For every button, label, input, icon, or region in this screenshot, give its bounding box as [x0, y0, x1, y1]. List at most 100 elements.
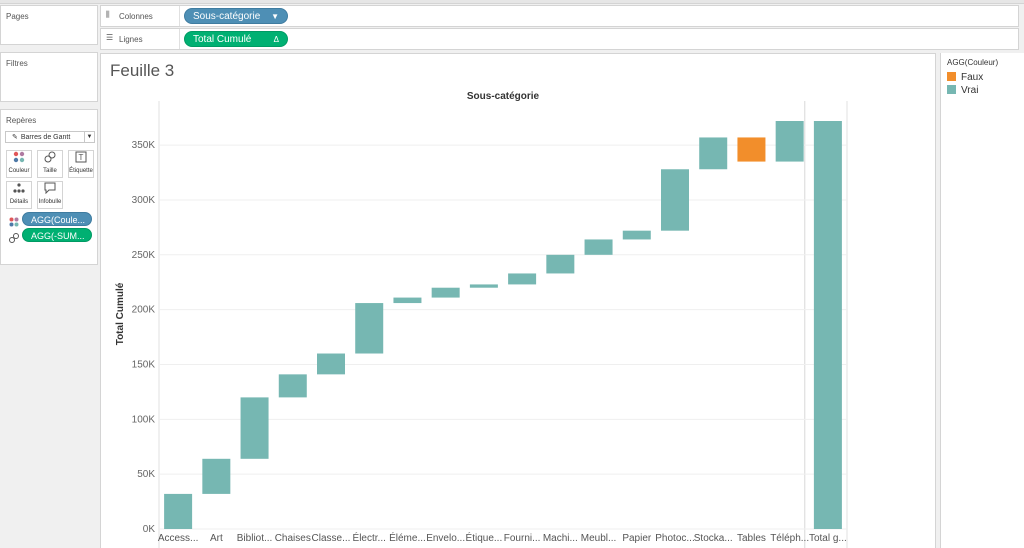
- x-tick-label: Papier: [622, 533, 652, 544]
- y-tick-label: 150K: [132, 359, 156, 370]
- svg-text:T: T: [79, 153, 84, 162]
- y-tick-label: 300K: [132, 195, 156, 206]
- top-toolbar-strip: [0, 0, 1024, 4]
- x-tick-label: Étique...: [466, 531, 503, 544]
- color-legend: AGG(Couleur) Faux Vrai: [940, 53, 1024, 548]
- bar: [584, 239, 613, 255]
- size-field-row: AGG(-SUM...: [9, 228, 95, 243]
- detail-dots-icon: [7, 182, 31, 199]
- waterfall-chart[interactable]: Sous-catégorie 0K 50K 100K 150K 200K 250K 300K 3…: [101, 54, 937, 548]
- rows-icon: ☰: [106, 33, 114, 42]
- columns-icon: ⫼: [106, 10, 110, 19]
- bar: [317, 353, 345, 375]
- size-button[interactable]: Taille: [37, 150, 63, 178]
- chevron-down-icon[interactable]: ▼: [84, 132, 94, 142]
- detail-button-label: Détails: [9, 199, 29, 205]
- bar: [813, 121, 842, 529]
- tooltip-button[interactable]: Infobulle: [37, 181, 63, 209]
- size-icon: [9, 230, 19, 248]
- x-tick-label: Classe...: [312, 533, 351, 544]
- chevron-down-icon[interactable]: ▼: [271, 9, 279, 25]
- rows-shelf-label: Lignes: [119, 35, 143, 44]
- legend-swatch: [947, 85, 956, 94]
- pages-title: Pages: [6, 12, 29, 21]
- color-dots-icon: [7, 151, 31, 168]
- mark-type-dropdown[interactable]: ✎ Barres de Gantt ▼: [5, 131, 95, 143]
- shelf-divider: [179, 6, 180, 26]
- rows-shelf[interactable]: ☰ Lignes Total Cumulé Δ: [100, 28, 1019, 50]
- x-tick-label: Bibliot...: [237, 533, 273, 544]
- bar: [278, 374, 307, 398]
- bar: [469, 284, 498, 288]
- size-field-pill[interactable]: AGG(-SUM...: [22, 228, 92, 242]
- x-tick-label: Photoc...: [655, 533, 694, 544]
- y-tick-label: 100K: [132, 414, 156, 425]
- x-tick-label: Fourni...: [504, 533, 541, 544]
- mark-type-icon: ✎: [12, 134, 18, 141]
- bar: [355, 303, 384, 354]
- y-tick-label: 200K: [132, 305, 156, 316]
- bar: [661, 169, 689, 231]
- label-button[interactable]: T Étiquette: [68, 150, 94, 178]
- bar: [622, 230, 651, 240]
- y-axis-label: Total Cumulé: [115, 282, 126, 345]
- x-tick-label: Envelo...: [426, 533, 465, 544]
- bar: [431, 287, 460, 298]
- tooltip-icon: [38, 182, 62, 199]
- label-button-label: Étiquette: [69, 168, 93, 174]
- columns-pill-label: Sous-catégorie: [193, 11, 261, 22]
- rows-pill[interactable]: Total Cumulé Δ: [184, 31, 288, 47]
- x-tick-label: Machi...: [543, 533, 578, 544]
- bar: [508, 273, 537, 285]
- legend-swatch: [947, 72, 956, 81]
- mark-type-label: Barres de Gantt: [20, 134, 71, 141]
- legend-item-label: Vrai: [961, 85, 979, 96]
- y-tick-label: 250K: [132, 250, 156, 261]
- filters-title: Filtres: [6, 59, 28, 68]
- worksheet-view: Feuille 3 Sous-catégorie 0K 50K 100K 150K 200…: [100, 53, 936, 548]
- shelf-divider: [179, 29, 180, 49]
- label-t-icon: T: [69, 151, 93, 168]
- x-tick-label: Art: [210, 533, 223, 544]
- legend-title: AGG(Couleur): [947, 58, 999, 67]
- color-field-row: AGG(Coule...: [9, 212, 95, 227]
- x-tick-label: Téléph...: [770, 533, 809, 544]
- chart-title: Sous-catégorie: [467, 91, 540, 102]
- color-button[interactable]: Couleur: [6, 150, 32, 178]
- bar: [202, 458, 231, 494]
- y-tick-label: 0K: [143, 524, 156, 535]
- legend-item-label: Faux: [961, 72, 984, 83]
- x-tick-label: Stocka...: [694, 533, 733, 544]
- color-field-pill[interactable]: AGG(Coule...: [22, 212, 92, 226]
- y-tick-label: 350K: [132, 140, 156, 151]
- color-button-label: Couleur: [8, 168, 30, 174]
- columns-shelf-label: Colonnes: [119, 12, 153, 21]
- delta-icon: Δ: [273, 35, 279, 44]
- size-icon: [38, 151, 62, 168]
- y-tick-label: 50K: [137, 469, 155, 480]
- marks-card: Repères ✎ Barres de Gantt ▼ Couleur Taill…: [0, 109, 98, 265]
- x-tick-label: Access...: [158, 533, 199, 544]
- x-tick-label: Électr...: [353, 531, 386, 544]
- bar: [737, 137, 766, 162]
- bar: [546, 254, 575, 274]
- bar: [775, 121, 804, 162]
- x-tick-label: Chaises: [275, 533, 311, 544]
- rows-pill-label: Total Cumulé: [193, 34, 252, 45]
- x-tick-label: Tables: [737, 533, 766, 544]
- x-tick-label: Éléme...: [389, 531, 426, 544]
- size-button-label: Taille: [43, 168, 57, 174]
- pages-card[interactable]: Pages: [0, 5, 98, 45]
- legend-item-vrai[interactable]: Vrai: [947, 85, 978, 96]
- x-tick-label: Meubl...: [581, 533, 617, 544]
- columns-shelf[interactable]: ⫼ Colonnes Sous-catégorie ▼: [100, 5, 1019, 27]
- x-tick-label: Total g...: [809, 533, 847, 544]
- filters-card[interactable]: Filtres: [0, 52, 98, 102]
- legend-item-faux[interactable]: Faux: [947, 72, 983, 83]
- bar: [393, 297, 422, 304]
- detail-button[interactable]: Détails: [6, 181, 32, 209]
- columns-pill[interactable]: Sous-catégorie ▼: [184, 8, 288, 24]
- marks-title: Repères: [6, 116, 37, 125]
- bar: [699, 137, 728, 170]
- bar: [164, 493, 193, 529]
